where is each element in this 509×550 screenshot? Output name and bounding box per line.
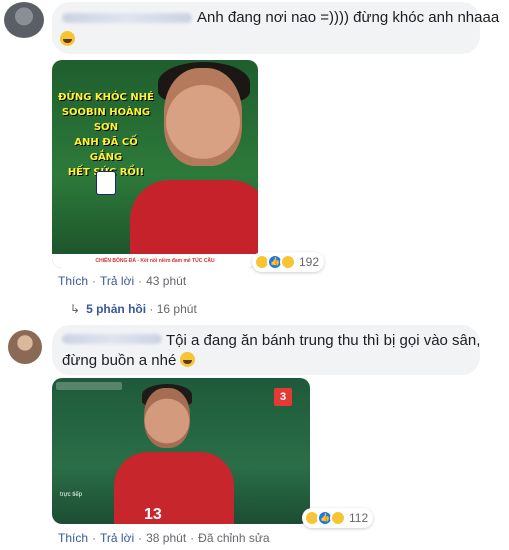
reply-button[interactable]: Trả lời (100, 531, 134, 545)
reaction-count: 112 (349, 511, 369, 525)
image-footer: CHIẾN BÓNG ĐÁ - Kết nối niềm đam mê TÚC … (52, 254, 258, 268)
sad-icon (330, 510, 346, 526)
commenter-name-blurred[interactable] (62, 334, 162, 344)
like-button[interactable]: Thích (58, 274, 88, 288)
meme-caption: ĐỪNG KHÓC NHÉ SOOBIN HOÀNG SƠN ANH ĐÃ CỐ… (58, 90, 154, 180)
edited-label: Đã chỉnh sửa (198, 531, 270, 545)
page-logo (96, 171, 116, 195)
comment-image-meme[interactable]: ĐỪNG KHÓC NHÉ SOOBIN HOÀNG SƠN ANH ĐÃ CỐ… (52, 60, 258, 268)
shirt-number: 13 (144, 506, 162, 523)
commenter-name-blurred[interactable] (62, 13, 192, 23)
comment-bubble: Anh đang nơi nao =)))) đừng khóc anh nha… (52, 2, 499, 54)
view-replies[interactable]: ↳ 5 phản hồi · 16 phút (70, 302, 197, 316)
comment-text: Anh đang nơi nao =)))) đừng khóc anh nha… (197, 9, 500, 26)
like-button[interactable]: Thích (58, 531, 88, 545)
commenter-avatar[interactable] (8, 330, 42, 364)
comment-actions: Thích · Trả lời · 43 phút (58, 274, 187, 288)
comment-actions: Thích · Trả lời · 38 phút · Đã chỉnh sửa (58, 531, 270, 545)
comment-time[interactable]: 38 phút (146, 531, 186, 545)
player-shirt (114, 452, 234, 524)
comment-text-line1: Tội a đang ăn bánh trung thu thì bị gọi … (166, 332, 481, 349)
replies-time: 16 phút (156, 302, 197, 316)
comment-bubble: Tội a đang ăn bánh trung thu thì bị gọi … (52, 325, 480, 375)
reaction-count: 192 (299, 255, 320, 269)
comment-image-screenshot[interactable]: 3 13 trực tiếp (52, 378, 310, 524)
scoreboard-overlay (56, 382, 122, 390)
reply-arrow-icon: ↳ (70, 302, 81, 316)
comment-time[interactable]: 43 phút (146, 274, 186, 288)
reply-button[interactable]: Trả lời (100, 274, 134, 288)
player-face (144, 388, 190, 448)
sad-icon (280, 254, 296, 270)
caption-line: ĐỪNG KHÓC NHÉ (58, 92, 154, 103)
replies-link[interactable]: 5 phản hồi (86, 302, 146, 316)
live-label: trực tiếp (60, 492, 83, 498)
reaction-summary[interactable]: 👍 112 (302, 508, 374, 528)
haha-emoji (60, 30, 75, 50)
commenter-avatar[interactable] (4, 2, 44, 38)
caption-line: SOOBIN HOÀNG SƠN (61, 107, 151, 133)
comment-text-line2: đừng buồn a nhé (62, 351, 196, 371)
tv-channel-logo: 3 (274, 388, 292, 406)
player-shirt (130, 180, 258, 260)
caption-line: ANH ĐÃ CỐ GẮNG (74, 137, 138, 163)
haha-emoji (180, 352, 196, 367)
reaction-summary[interactable]: 👍 192 (252, 252, 325, 272)
player-face (164, 68, 242, 166)
